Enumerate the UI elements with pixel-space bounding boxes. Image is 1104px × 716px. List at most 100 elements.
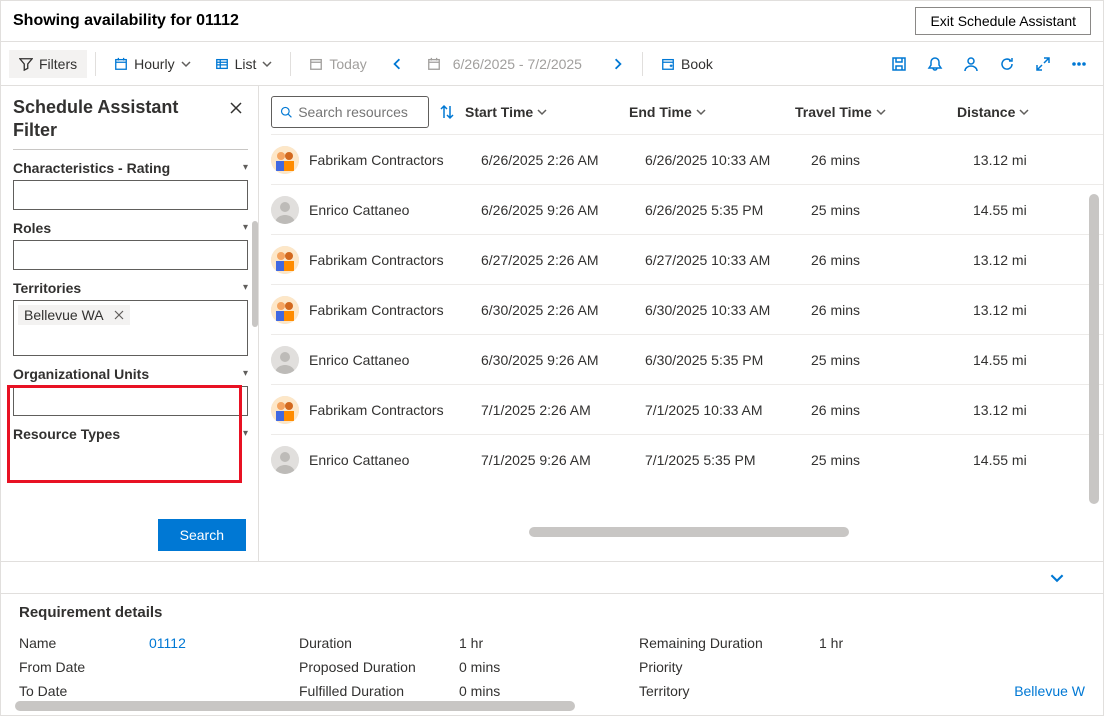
list-button[interactable]: List bbox=[205, 50, 283, 78]
roles-input[interactable] bbox=[13, 240, 248, 270]
start-time-cell: 7/1/2025 9:26 AM bbox=[481, 452, 645, 468]
date-prev-button[interactable] bbox=[381, 48, 413, 80]
book-button[interactable]: Book bbox=[651, 50, 723, 78]
remove-tag-button[interactable] bbox=[114, 310, 124, 320]
avatar bbox=[271, 446, 299, 474]
sidebar-scrollbar[interactable] bbox=[252, 221, 258, 327]
main-scrollbar[interactable] bbox=[1089, 194, 1099, 504]
filter-sidebar: Schedule Assistant Filter Characteristic… bbox=[1, 86, 259, 561]
req-to-label: To Date bbox=[19, 683, 149, 699]
column-header-label: Distance bbox=[957, 104, 1015, 120]
filter-icon bbox=[19, 57, 33, 71]
req-fulfilled-value: 0 mins bbox=[459, 683, 639, 699]
table-row[interactable]: Fabrikam Contractors6/26/2025 2:26 AM6/2… bbox=[271, 134, 1103, 184]
start-time-cell: 6/30/2025 2:26 AM bbox=[481, 302, 645, 318]
resource-name: Enrico Cattaneo bbox=[309, 452, 409, 468]
date-range-label: 6/26/2025 - 7/2/2025 bbox=[453, 56, 582, 72]
filters-button[interactable]: Filters bbox=[9, 50, 87, 78]
today-icon bbox=[309, 57, 323, 71]
travel-time-cell: 26 mins bbox=[811, 152, 973, 168]
chevron-down-icon[interactable]: ▾ bbox=[243, 222, 248, 233]
req-territory-label: Territory bbox=[639, 683, 819, 699]
org-units-input[interactable] bbox=[13, 386, 248, 416]
today-button[interactable]: Today bbox=[299, 50, 376, 78]
req-territory-value[interactable]: Bellevue W bbox=[819, 683, 1085, 699]
page-title: Showing availability for 01112 bbox=[13, 12, 239, 30]
save-icon bbox=[891, 56, 907, 72]
travel-time-cell: 26 mins bbox=[811, 402, 973, 418]
resource-name: Fabrikam Contractors bbox=[309, 152, 444, 168]
calendar-icon bbox=[114, 57, 128, 71]
chevron-down-icon[interactable]: ▾ bbox=[243, 428, 248, 439]
table-row[interactable]: Fabrikam Contractors7/1/2025 2:26 AM7/1/… bbox=[271, 384, 1103, 434]
divider bbox=[290, 52, 291, 76]
expand-icon bbox=[1035, 56, 1051, 72]
requirement-panel: Requirement details Name 01112 Duration … bbox=[1, 593, 1103, 713]
column-header-travel[interactable]: Travel Time bbox=[795, 104, 957, 120]
results-panel: Start Time End Time Travel Time Distance… bbox=[259, 86, 1103, 561]
chevron-down-icon[interactable]: ▾ bbox=[243, 282, 248, 293]
distance-cell: 13.12 mi bbox=[973, 402, 1053, 418]
date-next-button[interactable] bbox=[602, 48, 634, 80]
save-icon-button[interactable] bbox=[883, 48, 915, 80]
search-resources-field[interactable] bbox=[271, 96, 429, 128]
distance-cell: 14.55 mi bbox=[973, 452, 1053, 468]
resource-name: Fabrikam Contractors bbox=[309, 252, 444, 268]
characteristics-input[interactable] bbox=[13, 180, 248, 210]
start-time-cell: 7/1/2025 2:26 AM bbox=[481, 402, 645, 418]
req-to-value bbox=[149, 683, 299, 699]
bell-icon bbox=[927, 56, 943, 72]
table-row[interactable]: Enrico Cattaneo6/26/2025 9:26 AM6/26/202… bbox=[271, 184, 1103, 234]
hourly-button[interactable]: Hourly bbox=[104, 50, 200, 78]
bottom-hscroll-track[interactable] bbox=[15, 701, 1083, 711]
close-sidebar-button[interactable] bbox=[224, 96, 248, 120]
travel-time-cell: 25 mins bbox=[811, 352, 973, 368]
exit-schedule-assistant-button[interactable]: Exit Schedule Assistant bbox=[915, 7, 1091, 35]
start-time-cell: 6/26/2025 9:26 AM bbox=[481, 202, 645, 218]
list-icon bbox=[215, 57, 229, 71]
more-button[interactable] bbox=[1063, 48, 1095, 80]
req-priority-label: Priority bbox=[639, 659, 819, 675]
bottom-hscroll-thumb[interactable] bbox=[15, 701, 575, 711]
chevron-down-icon bbox=[181, 59, 191, 69]
req-name-label: Name bbox=[19, 635, 149, 651]
today-label: Today bbox=[329, 56, 366, 72]
hscroll-thumb[interactable] bbox=[529, 527, 849, 537]
chevron-down-icon[interactable]: ▾ bbox=[243, 162, 248, 173]
book-icon bbox=[661, 57, 675, 71]
date-range-button[interactable]: 6/26/2025 - 7/2/2025 bbox=[417, 50, 598, 78]
column-header-end[interactable]: End Time bbox=[629, 104, 795, 120]
table-row[interactable]: Fabrikam Contractors6/27/2025 2:26 AM6/2… bbox=[271, 234, 1103, 284]
notifications-button[interactable] bbox=[919, 48, 951, 80]
divider bbox=[13, 149, 248, 150]
collapse-button[interactable] bbox=[1041, 562, 1073, 594]
refresh-icon bbox=[999, 56, 1015, 72]
territories-input[interactable]: Bellevue WA bbox=[13, 300, 248, 356]
end-time-cell: 6/26/2025 10:33 AM bbox=[645, 152, 811, 168]
sort-button[interactable] bbox=[439, 104, 455, 120]
chevron-down-icon[interactable]: ▾ bbox=[243, 368, 248, 379]
hscroll-track[interactable] bbox=[529, 527, 1073, 537]
table-row[interactable]: Enrico Cattaneo6/30/2025 9:26 AM6/30/202… bbox=[271, 334, 1103, 384]
search-button[interactable]: Search bbox=[158, 519, 246, 551]
table-row[interactable]: Fabrikam Contractors6/30/2025 2:26 AM6/3… bbox=[271, 284, 1103, 334]
req-duration-label: Duration bbox=[299, 635, 459, 651]
column-header-start[interactable]: Start Time bbox=[465, 104, 629, 120]
req-name-value[interactable]: 01112 bbox=[149, 635, 299, 651]
roles-label: Roles bbox=[13, 220, 51, 236]
sort-icon bbox=[439, 104, 455, 120]
req-duration-value: 1 hr bbox=[459, 635, 639, 651]
avatar bbox=[271, 196, 299, 224]
chevron-down-icon bbox=[537, 107, 547, 117]
chevron-down-icon bbox=[696, 107, 706, 117]
avatar bbox=[271, 396, 299, 424]
refresh-button[interactable] bbox=[991, 48, 1023, 80]
user-button[interactable] bbox=[955, 48, 987, 80]
search-resources-input[interactable] bbox=[298, 104, 420, 120]
travel-time-cell: 25 mins bbox=[811, 202, 973, 218]
expand-button[interactable] bbox=[1027, 48, 1059, 80]
column-header-distance[interactable]: Distance bbox=[957, 104, 1037, 120]
list-label: List bbox=[235, 56, 257, 72]
distance-cell: 14.55 mi bbox=[973, 352, 1053, 368]
table-row[interactable]: Enrico Cattaneo7/1/2025 9:26 AM7/1/2025 … bbox=[271, 434, 1103, 484]
